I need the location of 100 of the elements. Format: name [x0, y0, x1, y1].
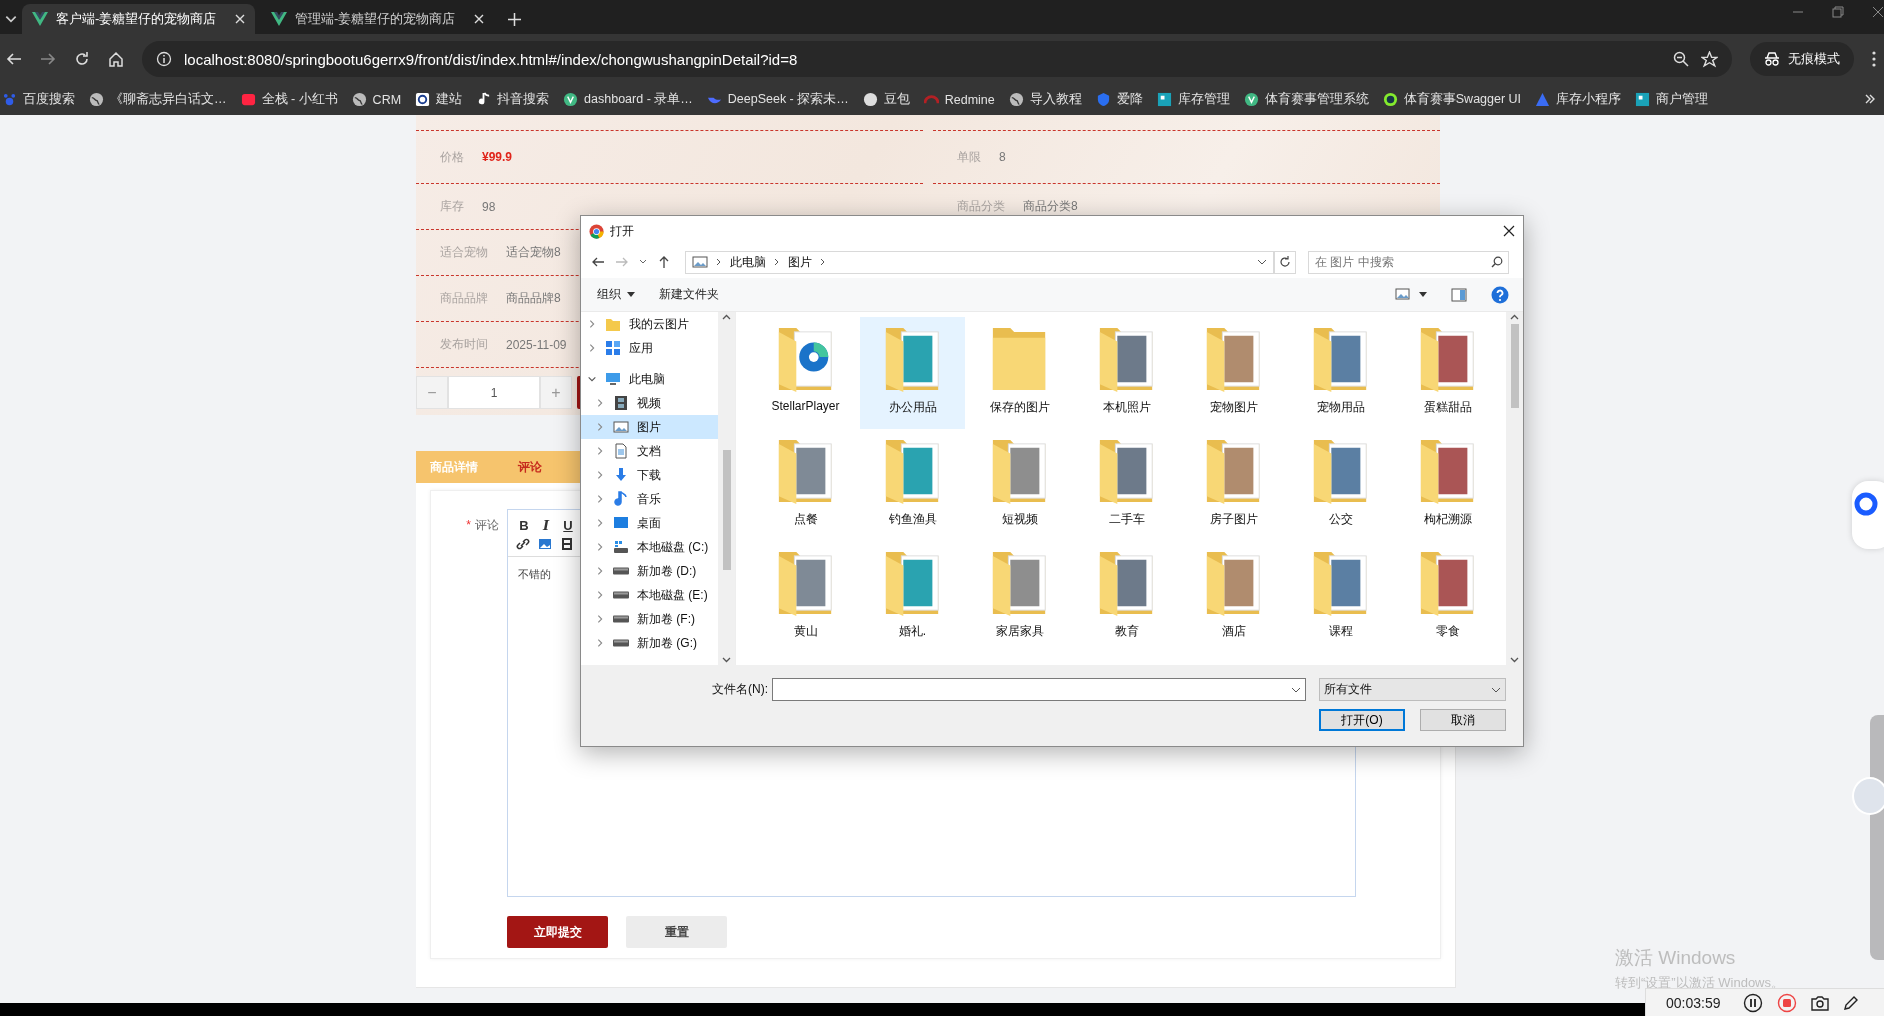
folder-item[interactable]: 课程 — [1288, 541, 1393, 653]
tree-item[interactable]: 文档 — [581, 439, 718, 463]
refresh-button[interactable] — [1274, 250, 1296, 274]
folder-item[interactable]: 房子图片 — [1181, 429, 1286, 541]
folder-item[interactable]: 蛋糕甜品 — [1395, 317, 1500, 429]
camera-icon[interactable] — [1810, 994, 1829, 1011]
close-icon[interactable] — [1503, 225, 1515, 237]
format-button[interactable]: U — [558, 516, 578, 534]
home-icon[interactable] — [108, 51, 124, 67]
folder-item[interactable]: 本机照片 — [1074, 317, 1179, 429]
folder-item[interactable]: 枸杞溯源 — [1395, 429, 1500, 541]
folder-item[interactable]: 点餐 — [753, 429, 858, 541]
folder-item[interactable]: 黄山 — [753, 541, 858, 653]
scrollbar-thumb[interactable] — [1510, 324, 1519, 408]
forward-arrow-icon[interactable] — [40, 51, 56, 67]
bookmark[interactable]: CRM — [351, 92, 402, 107]
folder-item[interactable]: 教育 — [1074, 541, 1179, 653]
breadcrumb-item[interactable]: 此电脑 — [730, 253, 766, 271]
cancel-button[interactable]: 取消 — [1420, 709, 1506, 731]
chevron-down-icon[interactable] — [1257, 258, 1267, 266]
folder-item[interactable]: 婚礼. — [860, 541, 965, 653]
folder-item[interactable]: 家居家具 — [967, 541, 1072, 653]
pencil-icon[interactable] — [1842, 994, 1859, 1011]
folder-item[interactable]: 二手车 — [1074, 429, 1179, 541]
tree-item[interactable]: 图片 — [581, 415, 718, 439]
reload-icon[interactable] — [74, 51, 90, 67]
view-icon[interactable] — [1395, 288, 1411, 301]
plus-icon[interactable] — [508, 13, 521, 26]
folder-item[interactable]: 零食 — [1395, 541, 1500, 653]
tree-item[interactable]: 新加卷 (F:) — [581, 607, 718, 631]
tree-item[interactable]: 新加卷 (G:) — [581, 631, 718, 655]
up-arrow-icon[interactable] — [657, 255, 671, 269]
bookmark[interactable]: 豆包 — [862, 91, 910, 108]
tree-item[interactable]: 音乐 — [581, 487, 718, 511]
tree-item[interactable]: 本地磁盘 (E:) — [581, 583, 718, 607]
scrollbar-thumb[interactable] — [722, 450, 731, 570]
chevron-right-icon[interactable] — [820, 258, 826, 266]
open-button[interactable]: 打开(O) — [1319, 709, 1405, 731]
back-arrow-icon[interactable] — [6, 51, 22, 67]
tree-item[interactable]: 我的云图片 — [581, 312, 718, 336]
chevron-up-icon[interactable] — [1510, 314, 1519, 320]
format-button[interactable]: B — [514, 516, 534, 534]
image-icon[interactable] — [536, 536, 554, 552]
bookmark[interactable]: dashboard - 录单… — [563, 91, 693, 108]
menu-icon[interactable] — [1872, 51, 1876, 67]
chevron-down-icon[interactable] — [1510, 657, 1519, 663]
caret-icon[interactable] — [1419, 291, 1427, 298]
tree-item[interactable]: 下载 — [581, 463, 718, 487]
browser-tab[interactable]: 管理端-姜糖望仔的宠物商店 — [261, 4, 494, 34]
file-name-field[interactable] — [772, 678, 1306, 701]
chevron-right-icon[interactable] — [774, 258, 780, 266]
back-arrow-icon[interactable] — [591, 255, 605, 269]
help-icon[interactable] — [1491, 285, 1509, 304]
quantity-field[interactable]: 1 — [448, 376, 540, 409]
folder-item[interactable]: 公交 — [1288, 429, 1393, 541]
scrollbar[interactable] — [718, 312, 735, 665]
browser-tab[interactable]: 客户端-姜糖望仔的宠物商店 — [22, 4, 255, 34]
chevron-right-icon[interactable] — [716, 258, 722, 266]
address-field[interactable]: localhost:8080/springbootu6gerrx9/front/dist/index.html#/index/chongwushangpinDetail?id=8 — [142, 41, 1732, 77]
tree-item[interactable]: 桌面 — [581, 511, 718, 535]
chevron-down-icon[interactable] — [722, 657, 731, 663]
folder-item[interactable]: 酒店 — [1181, 541, 1286, 653]
scrollbar[interactable] — [1506, 312, 1523, 665]
folder-item[interactable]: StellarPlayer — [753, 317, 858, 429]
bookmark[interactable]: 商户管理 — [1635, 91, 1709, 108]
bookmark[interactable]: 体育赛事Swagger UI — [1382, 91, 1522, 108]
tree-item[interactable]: 应用 — [581, 336, 718, 360]
info-icon[interactable] — [156, 51, 172, 67]
bookmark[interactable]: DeepSeek - 探索未… — [706, 91, 849, 108]
bookmark[interactable]: 全栈 - 小红书 — [240, 91, 338, 108]
zoom-icon[interactable] — [1673, 51, 1689, 67]
folder-item[interactable]: 宠物图片 — [1181, 317, 1286, 429]
organize-button[interactable]: 组织 — [597, 286, 635, 303]
bookmark[interactable]: Redmine — [923, 92, 995, 107]
preview-pane-icon[interactable] — [1451, 287, 1467, 302]
tree-item[interactable]: 新加卷 (D:) — [581, 559, 718, 583]
file-type-dropdown[interactable]: 所有文件 — [1319, 678, 1506, 701]
bookmark[interactable]: 体育赛事管理系统 — [1243, 91, 1369, 108]
reset-button[interactable]: 重置 — [626, 916, 727, 948]
bookmark[interactable]: 库存小程序 — [1535, 91, 1622, 108]
tree-item[interactable]: 本地磁盘 (C:) — [581, 535, 718, 559]
pause-icon[interactable] — [1742, 992, 1763, 1013]
folder-item[interactable]: 办公用品 — [860, 317, 965, 429]
incognito-button[interactable]: 无痕模式 — [1750, 42, 1854, 76]
stop-icon[interactable] — [1776, 992, 1797, 1013]
folder-item[interactable]: 保存的图片 — [967, 317, 1072, 429]
new-folder-button[interactable]: 新建文件夹 — [659, 286, 719, 303]
bookmark[interactable]: 《聊斋志异白话文… — [89, 91, 227, 108]
bookmark[interactable]: 库存管理 — [1156, 91, 1230, 108]
folder-item[interactable]: 钓鱼渔具 — [860, 429, 965, 541]
chevron-down-icon[interactable] — [1291, 685, 1301, 694]
chevron-down-icon[interactable] — [639, 258, 647, 266]
floating-widget[interactable] — [1852, 481, 1884, 549]
chevron-up-icon[interactable] — [722, 314, 731, 320]
breadcrumb-item[interactable]: 图片 — [788, 253, 812, 271]
bookmark[interactable]: 建站 — [415, 91, 463, 108]
format-button[interactable]: I — [536, 516, 556, 534]
restore-icon[interactable] — [1832, 6, 1844, 18]
bookmark[interactable]: 爱降 — [1095, 91, 1143, 108]
star-icon[interactable] — [1701, 50, 1718, 68]
